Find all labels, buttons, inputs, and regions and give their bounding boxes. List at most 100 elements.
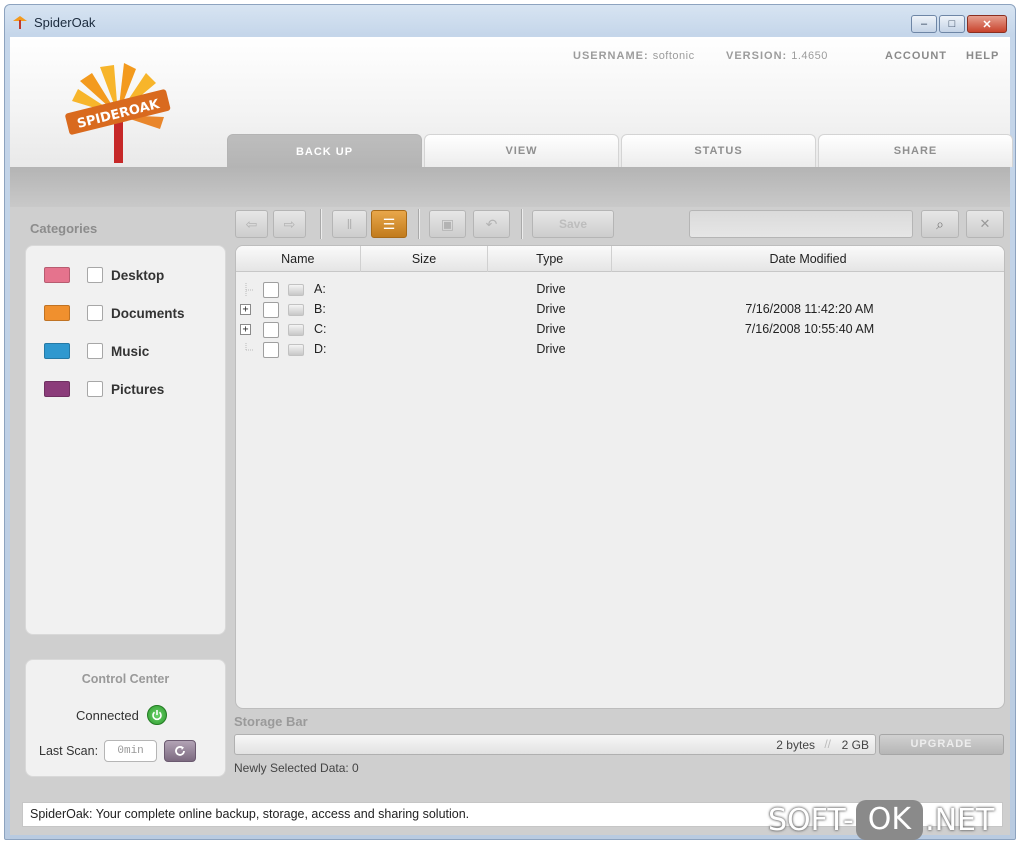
categories-title: Categories [30, 221, 98, 236]
spideroak-logo: SPIDEROAK [65, 63, 171, 163]
category-label: Pictures [111, 381, 165, 397]
row-type: Drive [536, 322, 566, 336]
drive-icon [288, 304, 304, 316]
table-row[interactable]: + B: Drive 7/16/2008 11:42:20 AM [236, 300, 1004, 320]
documents-color-swatch [44, 305, 70, 321]
category-pictures[interactable]: Pictures [44, 379, 164, 399]
row-checkbox[interactable] [263, 302, 279, 318]
music-checkbox[interactable] [87, 343, 103, 359]
music-color-swatch [44, 343, 70, 359]
drive-icon [288, 324, 304, 336]
drive-icon [288, 344, 304, 356]
desktop-color-swatch [44, 267, 70, 283]
expand-icon[interactable]: + [240, 324, 251, 335]
watermark-part-1: SOFT- [768, 802, 854, 838]
power-icon[interactable] [146, 705, 167, 725]
main-tabs: BACK UP VIEW STATUS SHARE [227, 134, 1013, 168]
tree-connector [245, 283, 253, 297]
save-button[interactable]: Save [532, 210, 614, 238]
tab-share[interactable]: SHARE [818, 134, 1013, 167]
row-type: Drive [536, 342, 566, 356]
search-button[interactable]: ⌕ [921, 210, 959, 238]
row-type: Drive [536, 282, 566, 296]
forward-button[interactable]: ⇨ [273, 210, 306, 238]
window-icon: ▣ [440, 215, 455, 232]
toolbar-divider [521, 209, 523, 239]
username-label: USERNAME: [573, 50, 649, 62]
control-center-panel: Control Center Connected Last Scan: 0min [25, 659, 226, 777]
version-label: VERSION: [726, 50, 788, 62]
minimize-button[interactable]: – [911, 15, 937, 33]
pictures-checkbox[interactable] [87, 381, 103, 397]
tab-view[interactable]: VIEW [424, 134, 619, 167]
table-row[interactable]: D: Drive [236, 340, 1004, 360]
account-link[interactable]: ACCOUNT [885, 50, 947, 62]
tab-status[interactable]: STATUS [621, 134, 816, 167]
column-view-button[interactable]: ‖ [332, 210, 367, 238]
tab-back-up[interactable]: BACK UP [227, 134, 422, 168]
column-header-name[interactable]: Name [236, 246, 361, 272]
last-scan: Last Scan: 0min [39, 740, 197, 762]
row-checkbox[interactable] [263, 282, 279, 298]
maximize-button[interactable]: □ [939, 15, 965, 33]
back-button[interactable]: ⇦ [235, 210, 268, 238]
last-scan-value: 0min [104, 740, 158, 762]
window-view-button[interactable]: ▣ [429, 210, 466, 238]
row-name: C: [314, 322, 327, 336]
window-controls: – □ ✕ [911, 15, 1007, 33]
row-name: B: [314, 302, 326, 316]
close-button[interactable]: ✕ [967, 15, 1007, 33]
categories-panel: Desktop Documents Music Pictures [25, 245, 226, 635]
undo-button[interactable]: ↶ [473, 210, 510, 238]
row-date: 7/16/2008 11:42:20 AM [745, 302, 874, 316]
columns-icon: ‖ [346, 216, 353, 232]
row-checkbox[interactable] [263, 342, 279, 358]
spideroak-app-icon [13, 16, 27, 29]
upgrade-button[interactable]: UPGRADE [879, 734, 1004, 755]
category-label: Documents [111, 305, 185, 321]
row-name: A: [314, 282, 326, 296]
category-desktop[interactable]: Desktop [44, 265, 164, 285]
help-link[interactable]: HELP [966, 50, 999, 62]
category-label: Desktop [111, 267, 165, 283]
storage-bar-title: Storage Bar [234, 714, 308, 729]
row-date: 7/16/2008 10:55:40 AM [744, 322, 875, 336]
window-title: SpiderOak [34, 15, 96, 30]
search-input[interactable] [689, 210, 913, 238]
rescan-button[interactable] [164, 740, 197, 762]
row-checkbox[interactable] [263, 322, 279, 338]
toolbar-divider [320, 209, 322, 239]
table-row[interactable]: A: Drive [236, 280, 1004, 300]
tree-connector [245, 343, 253, 351]
tree-icon: ☰ [382, 215, 396, 232]
app-header: SPIDEROAK USERNAME: softonic VERSION: 1.… [10, 37, 1013, 168]
version-value: 1.4650 [791, 50, 828, 62]
desktop-checkbox[interactable] [87, 267, 103, 283]
connection-status: Connected [76, 705, 167, 725]
title-bar: SpiderOak – □ ✕ [5, 5, 1015, 39]
table-row[interactable]: + C: Drive 7/16/2008 10:55:40 AM [236, 320, 1004, 340]
storage-separator-icon: // [824, 737, 831, 751]
category-documents[interactable]: Documents [44, 303, 185, 323]
tree-view-button[interactable]: ☰ [371, 210, 407, 238]
file-tree: Name Size Type Date Modified A: Drive + … [235, 245, 1005, 709]
column-header-date-modified[interactable]: Date Modified [612, 246, 1004, 272]
watermark: SOFT- OK .NET [768, 800, 994, 840]
storage-used: 2 bytes [776, 738, 815, 752]
expand-icon[interactable]: + [240, 304, 251, 315]
documents-checkbox[interactable] [87, 305, 103, 321]
column-header-size[interactable]: Size [361, 246, 489, 272]
row-name: D: [314, 342, 327, 356]
search-icon: ⌕ [936, 215, 944, 232]
forward-arrow-icon: ⇨ [283, 215, 296, 232]
app-client: SPIDEROAK USERNAME: softonic VERSION: 1.… [10, 37, 1013, 835]
app-window: SpiderOak – □ ✕ SPIDEROAK USERNAME: soft… [4, 4, 1016, 840]
column-header-type[interactable]: Type [488, 246, 613, 272]
row-type: Drive [536, 302, 566, 316]
newly-selected-data: Newly Selected Data: 0 [234, 761, 359, 775]
refresh-icon [175, 746, 185, 756]
username-field: USERNAME: softonic [573, 50, 695, 62]
clear-search-button[interactable]: ✕ [966, 210, 1004, 238]
last-scan-label: Last Scan: [39, 744, 99, 758]
category-music[interactable]: Music [44, 341, 149, 361]
